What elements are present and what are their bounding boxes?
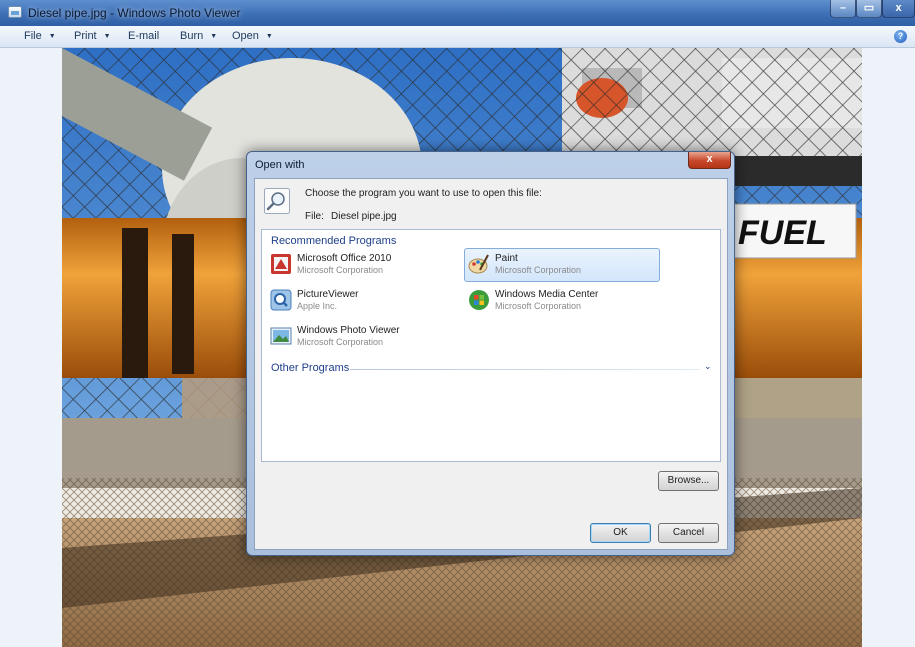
menu-open-label: Open — [232, 30, 259, 42]
maximize-button[interactable]: ▭ — [856, 0, 882, 18]
dialog-close-button[interactable]: x — [688, 152, 731, 169]
dialog-body: Choose the program you want to use to op… — [254, 178, 728, 550]
other-programs-heading[interactable]: Other Programs — [271, 362, 349, 374]
dialog-prompt: Choose the program you want to use to op… — [305, 188, 542, 199]
program-publisher: Microsoft Corporation — [495, 301, 582, 311]
program-list: Recommended Programs Microsoft Office 20… — [261, 229, 721, 462]
menu-open[interactable]: Open ▼ — [232, 30, 273, 42]
file-name: Diesel pipe.jpg — [331, 211, 397, 222]
photo-viewer-icon — [270, 327, 292, 345]
recommended-programs-heading: Recommended Programs — [271, 235, 397, 247]
file-label: File: — [305, 211, 324, 222]
cancel-button[interactable]: Cancel — [658, 523, 719, 543]
menu-bar: File ▼ Print ▼ E-mail Burn ▼ Open ▼ — [0, 26, 915, 48]
open-with-dialog: Open with x Choose the program you want … — [246, 151, 735, 556]
ok-button[interactable]: OK — [590, 523, 651, 543]
office-icon — [271, 254, 291, 274]
menu-file-label: File — [24, 30, 42, 42]
menu-print-label: Print — [74, 30, 97, 42]
program-publisher: Microsoft Corporation — [297, 265, 384, 275]
program-name: Microsoft Office 2010 — [297, 253, 392, 264]
menu-burn[interactable]: Burn ▼ — [180, 30, 217, 42]
menu-email[interactable]: E-mail — [128, 30, 159, 42]
browse-button[interactable]: Browse... — [658, 471, 719, 491]
menu-print[interactable]: Print ▼ — [74, 30, 111, 42]
photo-viewer-app-icon — [8, 6, 22, 18]
program-name: Windows Photo Viewer — [297, 325, 400, 336]
chevron-down-icon: ▼ — [48, 33, 56, 40]
pictureviewer-icon — [270, 289, 292, 311]
expand-chevron-icon[interactable]: ⌄ — [704, 361, 712, 372]
dialog-title: Open with — [255, 159, 305, 171]
program-publisher: Microsoft Corporation — [297, 337, 384, 347]
section-divider — [350, 369, 700, 370]
paint-icon — [468, 254, 489, 274]
program-paint[interactable]: Paint Microsoft Corporation — [464, 248, 660, 282]
program-microsoft-office-2010[interactable]: Microsoft Office 2010 Microsoft Corporat… — [266, 248, 462, 282]
other-programs-label: Other Programs — [271, 362, 350, 374]
menu-file[interactable]: File ▼ — [24, 30, 56, 42]
menu-email-label: E-mail — [128, 30, 160, 42]
title-bar: Diesel pipe.jpg - Windows Photo Viewer –… — [0, 0, 915, 26]
program-publisher: Apple Inc. — [297, 301, 338, 311]
chevron-down-icon: ▼ — [265, 33, 273, 40]
program-windows-photo-viewer[interactable]: Windows Photo Viewer Microsoft Corporati… — [266, 320, 462, 354]
chevron-down-icon: ▼ — [210, 33, 218, 40]
program-windows-media-center[interactable]: Windows Media Center Microsoft Corporati… — [464, 284, 660, 318]
pipe-sign-text: FUEL — [738, 214, 827, 252]
program-pictureviewer[interactable]: PictureViewer Apple Inc. — [266, 284, 462, 318]
close-window-button[interactable]: x — [882, 0, 915, 18]
media-center-icon — [469, 290, 489, 310]
window-title: Diesel pipe.jpg - Windows Photo Viewer — [28, 6, 241, 20]
program-name: Windows Media Center — [495, 289, 599, 300]
program-publisher: Microsoft Corporation — [495, 265, 582, 275]
chevron-down-icon: ▼ — [103, 33, 111, 40]
menu-burn-label: Burn — [180, 30, 204, 42]
magnifier-icon — [264, 188, 290, 214]
minimize-button[interactable]: – — [830, 0, 856, 18]
help-icon[interactable]: ? — [894, 30, 907, 43]
program-name: Paint — [495, 253, 518, 264]
program-name: PictureViewer — [297, 289, 359, 300]
